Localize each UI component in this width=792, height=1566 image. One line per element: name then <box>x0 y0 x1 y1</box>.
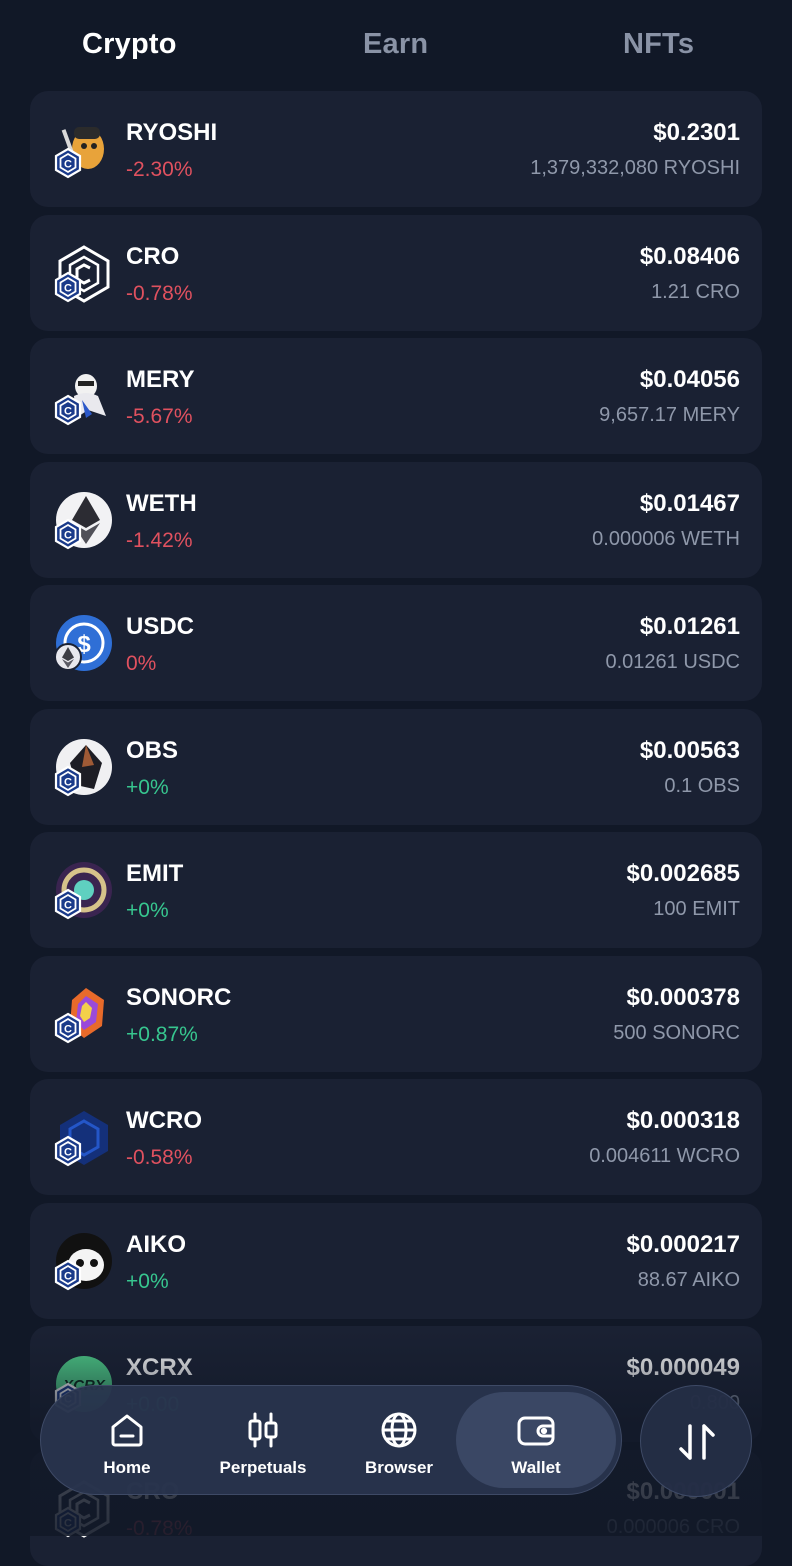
token-symbol: WCRO <box>126 1107 202 1134</box>
token-balance: 9,657.17 MERY <box>599 404 740 426</box>
nav-browser-label: Browser <box>364 1458 434 1477</box>
token-change: -0.58% <box>126 1146 193 1169</box>
token-value: $0.000318 <box>626 1107 740 1134</box>
token-symbol: AIKO <box>126 1231 186 1258</box>
token-value: $0.00563 <box>639 737 740 764</box>
mery-icon: C <box>52 366 112 426</box>
svg-text:C: C <box>64 900 72 912</box>
token-change: -0.78% <box>126 282 193 305</box>
token-row-mery[interactable]: C MERY -5.67% $0.04056 9,657.17 MERY <box>30 338 762 454</box>
token-symbol: WETH <box>126 490 197 517</box>
token-change: 0% <box>126 652 157 675</box>
globe-icon <box>379 1410 419 1450</box>
token-balance: 88.67 AIKO <box>637 1269 740 1291</box>
wallet-icon <box>516 1410 556 1450</box>
token-symbol: CRO <box>126 243 180 270</box>
token-value: $0.01467 <box>639 490 740 517</box>
tab-crypto[interactable]: Crypto <box>82 28 177 61</box>
token-row-weth[interactable]: C WETH -1.42% $0.01467 0.000006 WETH <box>30 462 762 578</box>
token-row-obs[interactable]: C OBS +0% $0.00563 0.1 OBS <box>30 709 762 825</box>
token-value: $0.01261 <box>639 613 740 640</box>
token-row-usdc[interactable]: $ USDC 0% $0.01261 0.01261 USDC <box>30 585 762 701</box>
home-icon <box>107 1410 147 1450</box>
svg-text:C: C <box>64 159 72 171</box>
token-balance: 1.21 CRO <box>651 281 740 303</box>
svg-text:C: C <box>64 406 72 418</box>
weth-icon: C <box>52 490 112 550</box>
svg-text:C: C <box>64 777 72 789</box>
cro-icon: C <box>52 243 112 303</box>
token-symbol: MERY <box>126 366 195 393</box>
nav-wallet-label: Wallet <box>511 1458 561 1477</box>
token-change: +0.87% <box>126 1023 198 1046</box>
nav-perpetuals-label: Perpetuals <box>219 1458 307 1477</box>
usdc-icon: $ <box>52 613 112 673</box>
token-change: -2.30% <box>126 158 193 181</box>
svg-text:C: C <box>64 1271 72 1283</box>
svg-text:C: C <box>64 530 72 542</box>
svg-text:C: C <box>64 1024 72 1036</box>
aiko-icon: C <box>52 1231 112 1291</box>
token-symbol: SONORC <box>126 984 232 1011</box>
token-symbol: USDC <box>126 613 195 640</box>
token-change: +0% <box>126 899 169 922</box>
swap-button[interactable] <box>640 1385 752 1497</box>
emit-icon: C <box>52 860 112 920</box>
token-value: $0.000378 <box>626 984 740 1011</box>
token-row-wcro[interactable]: C WCRO -0.58% $0.000318 0.004611 WCRO <box>30 1079 762 1195</box>
token-value: $0.04056 <box>639 366 740 393</box>
nav-home-label: Home <box>103 1458 151 1477</box>
nav-wallet[interactable]: Wallet <box>456 1392 616 1488</box>
asset-tabs: Crypto Earn NFTs <box>0 0 792 90</box>
bottom-nav: Home Perpetuals Browser Wallet <box>40 1385 622 1495</box>
token-balance: 100 EMIT <box>653 898 740 920</box>
token-row-cro[interactable]: C CRO -0.78% $0.08406 1.21 CRO <box>30 215 762 331</box>
token-change: +0% <box>126 1270 169 1293</box>
token-row-ryoshi[interactable]: C RYOSHI -2.30% $0.2301 1,379,332,080 RYOSHI <box>30 91 762 207</box>
token-balance: 0.004611 WCRO <box>589 1145 740 1167</box>
token-change: +0% <box>126 776 169 799</box>
token-value: $0.000217 <box>626 1231 740 1258</box>
token-row-aiko[interactable]: C AIKO +0% $0.000217 88.67 AIKO <box>30 1203 762 1319</box>
token-row-emit[interactable]: C EMIT +0% $0.002685 100 EMIT <box>30 832 762 948</box>
token-row-sonorc[interactable]: C SONORC +0.87% $0.000378 500 SONORC <box>30 956 762 1072</box>
token-balance: 0.000006 WETH <box>592 528 740 550</box>
candlestick-icon <box>243 1410 283 1450</box>
token-value: $0.2301 <box>653 119 740 146</box>
nav-browser[interactable]: Browser <box>331 1386 467 1494</box>
sonorc-icon: C <box>52 984 112 1044</box>
tab-nfts[interactable]: NFTs <box>623 28 694 61</box>
tab-earn[interactable]: Earn <box>363 28 428 61</box>
token-balance: 0.01261 USDC <box>605 651 740 673</box>
wcro-icon: C <box>52 1107 112 1167</box>
obs-icon: C <box>52 737 112 797</box>
token-change: -1.42% <box>126 529 193 552</box>
swap-arrows-icon <box>679 1424 715 1460</box>
svg-text:C: C <box>64 1147 72 1159</box>
token-balance: 0.1 OBS <box>664 775 740 797</box>
token-symbol: RYOSHI <box>126 119 218 146</box>
token-balance: 500 SONORC <box>613 1022 740 1044</box>
token-change: -5.67% <box>126 405 193 428</box>
token-symbol: OBS <box>126 737 179 764</box>
svg-text:C: C <box>64 283 72 295</box>
token-value: $0.08406 <box>639 243 740 270</box>
token-symbol: EMIT <box>126 860 184 887</box>
token-value: $0.002685 <box>626 860 740 887</box>
nav-home[interactable]: Home <box>59 1386 195 1494</box>
token-balance: 1,379,332,080 RYOSHI <box>530 157 740 179</box>
ryoshi-icon: C <box>52 119 112 179</box>
nav-perpetuals[interactable]: Perpetuals <box>195 1386 331 1494</box>
